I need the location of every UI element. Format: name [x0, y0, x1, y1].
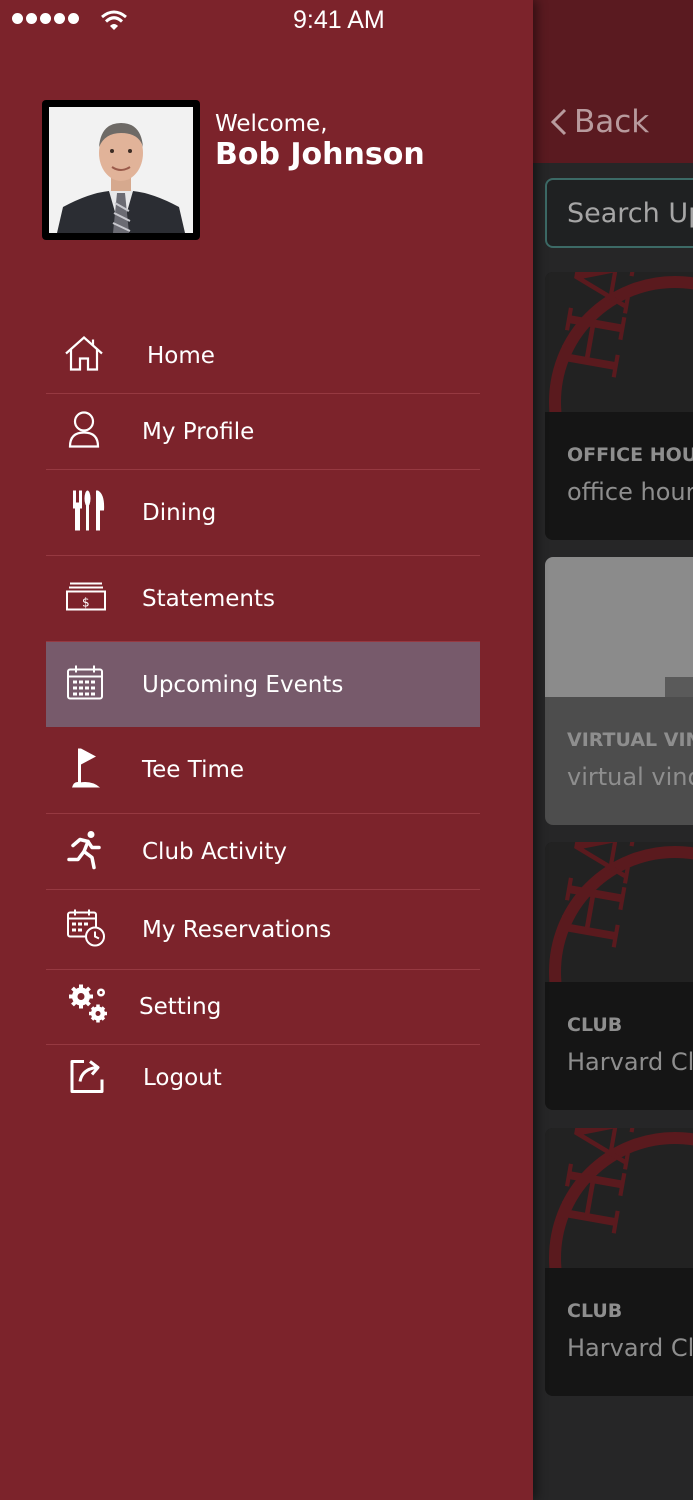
- menu-item-my-profile[interactable]: My Profile: [46, 394, 480, 470]
- user-icon: [68, 410, 100, 453]
- user-photo: [49, 107, 193, 233]
- search-placeholder: Search Up: [567, 197, 693, 229]
- running-icon: [64, 829, 104, 874]
- home-icon: [64, 334, 104, 377]
- event-card-subtitle: office hour: [567, 478, 693, 506]
- welcome-text: Welcome,: [215, 111, 328, 137]
- event-card-image: HA: [545, 272, 693, 412]
- statement-icon: $: [66, 581, 106, 616]
- event-card-title: CLUB: [567, 1014, 623, 1036]
- golf-flag-icon: [70, 747, 104, 794]
- event-card[interactable]: VIRTUAL VIN virtual vino: [545, 557, 693, 825]
- svg-text:HA: HA: [545, 1128, 656, 1241]
- menu-item-tee-time[interactable]: Tee Time: [46, 727, 480, 814]
- menu-item-statements[interactable]: $ Statements: [46, 556, 480, 642]
- search-input[interactable]: Search Up: [545, 178, 693, 248]
- menu-item-label: Home: [147, 342, 215, 369]
- back-label: Back: [574, 104, 650, 140]
- menu-item-label: Club Activity: [142, 838, 287, 865]
- menu-item-club-activity[interactable]: Club Activity: [46, 814, 480, 890]
- event-card-subtitle: virtual vino: [567, 763, 693, 791]
- menu-item-label: My Profile: [142, 418, 255, 445]
- event-card-title: CLUB: [567, 1300, 623, 1322]
- menu-item-home[interactable]: Home: [46, 318, 480, 394]
- calendar-icon: [66, 664, 104, 705]
- event-card-image: HA: [545, 842, 693, 982]
- svg-text:HA: HA: [545, 272, 656, 385]
- menu-item-label: Upcoming Events: [142, 671, 344, 698]
- event-card-title: OFFICE HOU: [567, 444, 693, 466]
- menu-item-setting[interactable]: Setting: [46, 970, 480, 1045]
- menu-item-label: Tee Time: [142, 757, 245, 783]
- event-card-subtitle: Harvard Clu: [567, 1048, 693, 1076]
- fork-knife-icon: [72, 488, 106, 537]
- avatar[interactable]: [42, 100, 200, 240]
- menu-item-label: My Reservations: [142, 916, 332, 943]
- menu-item-label: Statements: [142, 585, 276, 612]
- user-name: Bob Johnson: [215, 137, 425, 172]
- chevron-left-icon: [550, 108, 567, 136]
- menu-item-upcoming-events[interactable]: Upcoming Events: [46, 642, 480, 727]
- logout-icon: [70, 1058, 106, 1099]
- side-drawer: Welcome, Bob Johnson Home My Profile Din…: [0, 0, 533, 1500]
- svg-text:HA: HA: [545, 842, 656, 955]
- menu-item-dining[interactable]: Dining: [46, 470, 480, 556]
- status-bar: 9:41 AM: [0, 0, 693, 44]
- back-button[interactable]: Back: [550, 104, 649, 140]
- wifi-icon: [100, 8, 128, 37]
- svg-text:$: $: [82, 595, 90, 609]
- event-card-image: HA: [545, 1128, 693, 1268]
- calendar-clock-icon: [66, 908, 106, 951]
- event-card-title: VIRTUAL VIN: [567, 729, 693, 751]
- status-time: 9:41 AM: [293, 6, 385, 34]
- signal-strength-icon: [12, 13, 79, 24]
- gears-icon: [68, 984, 110, 1031]
- event-card[interactable]: HA CLUB Harvard Cl: [545, 1128, 693, 1396]
- menu-item-label: Dining: [142, 499, 217, 526]
- menu-item-logout[interactable]: Logout: [46, 1045, 480, 1111]
- event-card[interactable]: HA OFFICE HOU office hour: [545, 272, 693, 540]
- menu-item-my-reservations[interactable]: My Reservations: [46, 890, 480, 970]
- event-card-subtitle: Harvard Cl: [567, 1334, 693, 1362]
- menu-item-label: Setting: [139, 994, 222, 1020]
- menu-item-label: Logout: [143, 1065, 222, 1091]
- event-card[interactable]: HA CLUB Harvard Clu: [545, 842, 693, 1110]
- event-card-image: [545, 557, 693, 697]
